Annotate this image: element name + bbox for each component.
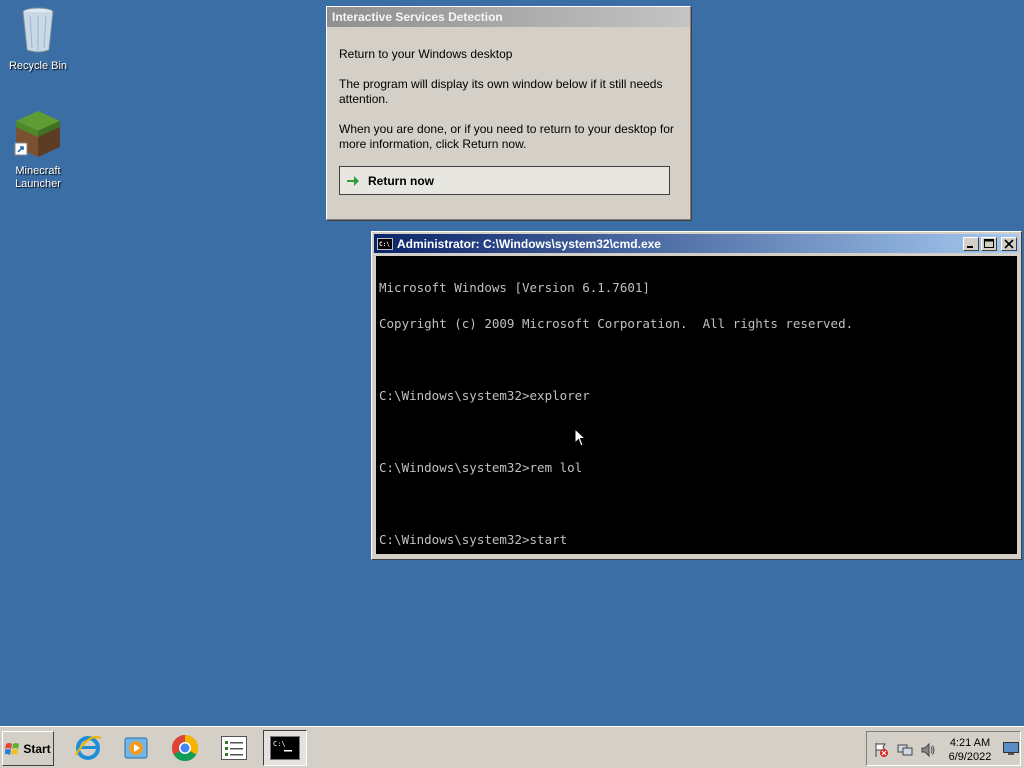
task-list-icon xyxy=(221,736,247,760)
dialog-title: Interactive Services Detection xyxy=(327,7,690,27)
taskbar: Start C:\ 4:21 AM 6/9/2022 xyxy=(0,726,1024,768)
minecraft-launcher-label: Minecraft Launcher xyxy=(15,165,61,190)
clock-time: 4:21 AM xyxy=(949,737,991,749)
clock-date: 6/9/2022 xyxy=(948,751,992,763)
dialog-paragraph-2: When you are done, or if you need to ret… xyxy=(339,122,674,151)
ie-icon xyxy=(75,736,102,760)
system-tray: 4:21 AM 6/9/2022 xyxy=(866,731,1021,766)
clock[interactable]: 4:21 AM 6/9/2022 xyxy=(943,736,997,764)
console-line: C:\Windows\system32>rem lol xyxy=(379,460,583,475)
console-line: Microsoft Windows [Version 6.1.7601] xyxy=(379,280,650,295)
recycle-bin-icon xyxy=(22,7,54,53)
taskbar-media-player[interactable] xyxy=(114,730,158,766)
action-center-flag-icon[interactable] xyxy=(873,742,889,758)
minecraft-launcher-shortcut[interactable]: Minecraft Launcher xyxy=(3,109,73,191)
close-button[interactable] xyxy=(1001,236,1017,251)
start-button[interactable]: Start xyxy=(2,731,54,766)
media-player-icon xyxy=(124,737,148,759)
taskbar-cmd[interactable]: C:\ xyxy=(263,730,307,766)
console-line: C:\Windows\system32>explorer xyxy=(379,388,590,403)
close-icon xyxy=(1004,238,1014,249)
cmd-window: C:\ Administrator: C:\Windows\system32\c… xyxy=(371,231,1022,560)
taskbar-internet-explorer[interactable] xyxy=(66,730,110,766)
interactive-services-dialog: Interactive Services Detection Return to… xyxy=(326,6,691,220)
taskbar-chrome[interactable] xyxy=(163,730,207,766)
dialog-heading: Return to your Windows desktop xyxy=(339,47,513,61)
console-output[interactable]: Microsoft Windows [Version 6.1.7601] Cop… xyxy=(376,256,1017,554)
minimize-icon xyxy=(967,245,973,248)
taskbar-task-list[interactable] xyxy=(212,730,256,766)
svg-text:C:\: C:\ xyxy=(379,241,390,248)
windows-logo-icon xyxy=(5,742,20,755)
chrome-icon xyxy=(171,734,199,762)
show-desktop-icon[interactable] xyxy=(1003,742,1019,756)
cmd-title: Administrator: C:\Windows\system32\cmd.e… xyxy=(397,236,661,251)
return-now-button[interactable]: Return now xyxy=(339,166,670,195)
dialog-paragraph-1: The program will display its own window … xyxy=(339,77,663,106)
volume-icon[interactable] xyxy=(920,742,936,758)
mouse-cursor-icon xyxy=(574,428,586,447)
recycle-bin-shortcut[interactable]: Recycle Bin xyxy=(3,6,73,73)
cmd-titlebar[interactable]: C:\ Administrator: C:\Windows\system32\c… xyxy=(374,234,1019,253)
start-label: Start xyxy=(23,741,51,756)
minimize-button[interactable] xyxy=(963,236,979,251)
minecraft-grass-block-icon xyxy=(14,111,60,157)
recycle-bin-label: Recycle Bin xyxy=(8,60,68,72)
maximize-button[interactable] xyxy=(981,236,997,251)
console-line: Copyright (c) 2009 Microsoft Corporation… xyxy=(379,316,854,331)
maximize-icon xyxy=(984,238,994,248)
cmd-window-icon: C:\ xyxy=(377,237,393,250)
network-icon[interactable] xyxy=(897,742,913,758)
green-arrow-icon xyxy=(347,175,359,186)
console-line: C:\Windows\system32>start xyxy=(379,532,568,547)
svg-text:C:\: C:\ xyxy=(273,740,286,748)
cmd-icon: C:\ xyxy=(270,736,300,760)
return-now-label: Return now xyxy=(368,173,434,188)
